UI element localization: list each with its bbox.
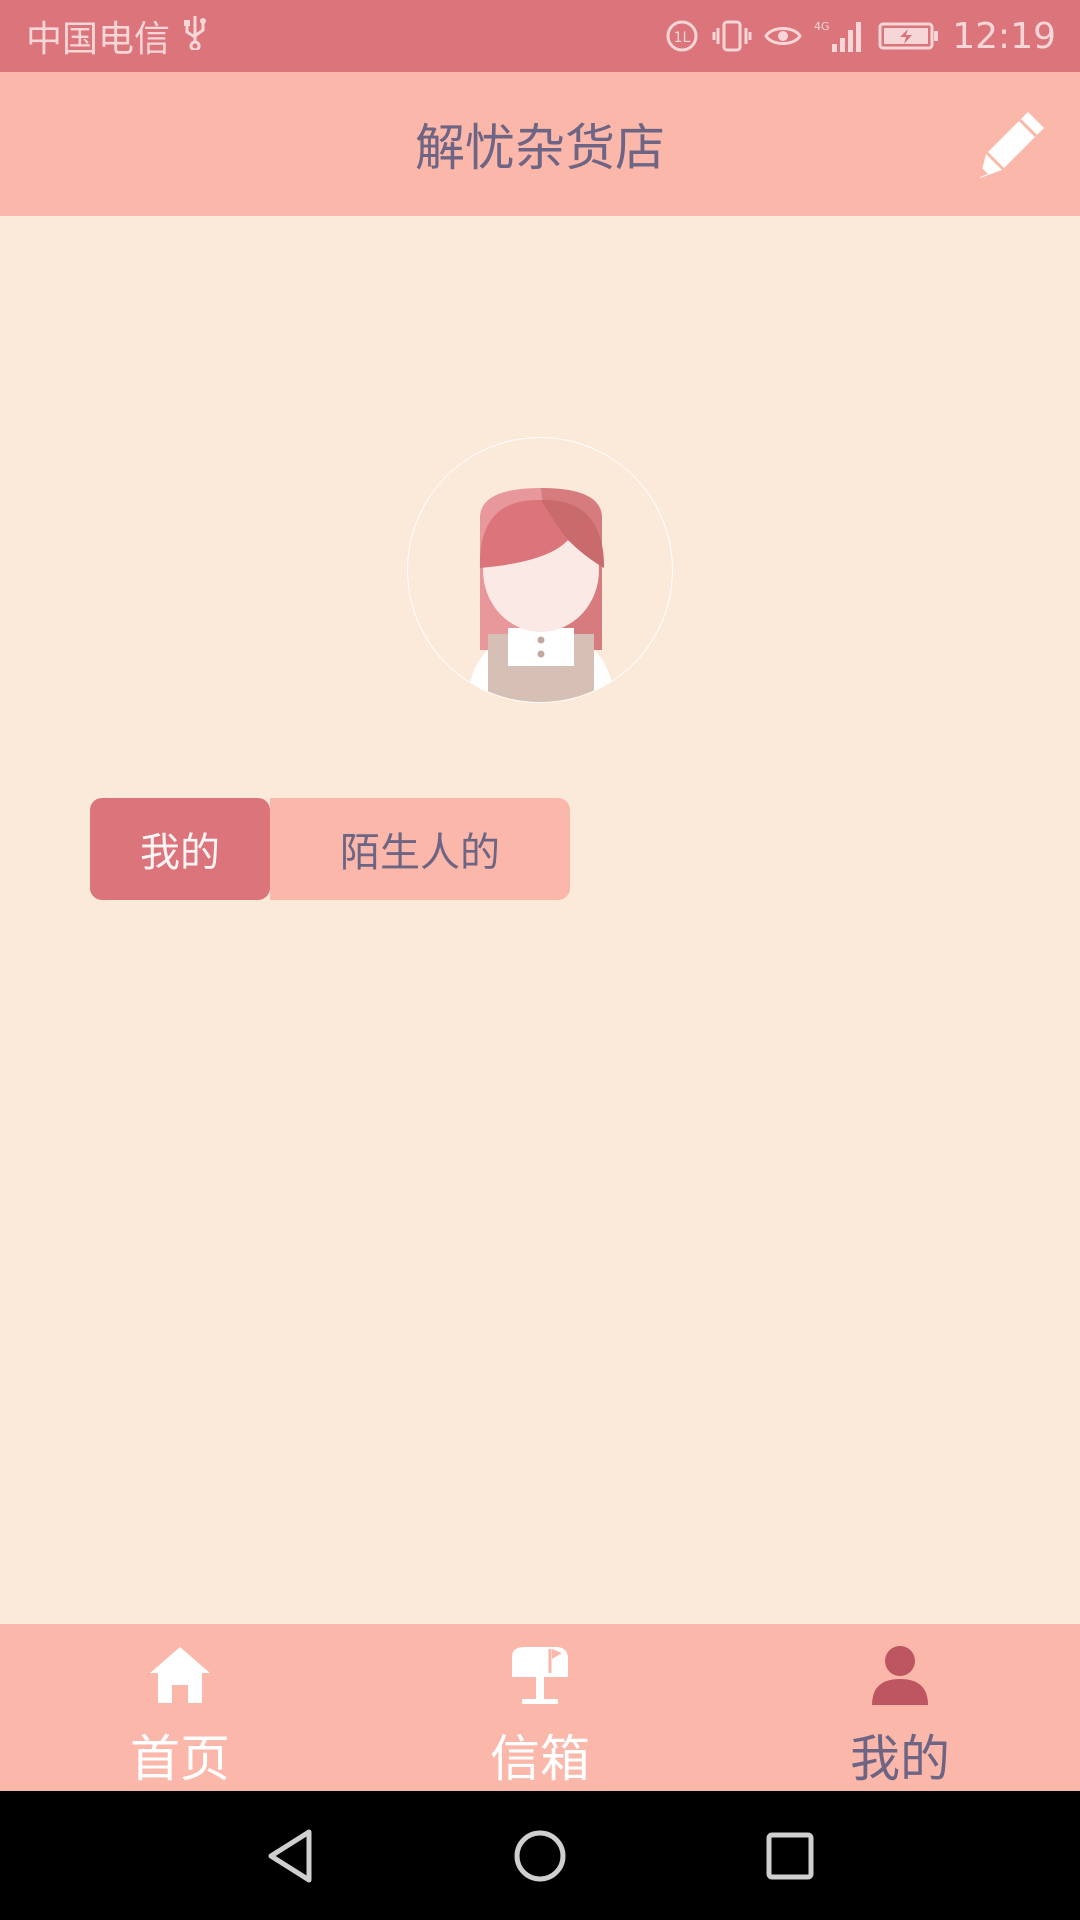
home-icon [140,1636,220,1713]
girl-avatar-icon [468,488,614,702]
tab-strangers[interactable]: 陌生人的 [270,798,570,900]
tab-mine[interactable]: 我的 [90,798,270,900]
pencil-icon [980,112,1044,178]
system-nav-bar [0,1791,1080,1920]
avatar[interactable] [407,437,673,703]
home-circle-icon[interactable] [505,1821,575,1891]
nav-label-mailbox: 信箱 [490,1730,590,1788]
edit-button[interactable] [970,102,1054,186]
nav-item-profile[interactable]: 我的 [720,1624,1080,1791]
app-header: 解忧杂货店 [0,72,1080,216]
recents-icon[interactable] [755,1821,825,1891]
signal-icon: 4G [814,18,866,54]
status-bar: 中国电信 1L 4G 12:19 [0,0,1080,72]
battery-charging-icon [878,18,940,54]
svg-text:4G: 4G [814,20,830,33]
data-saver-icon: 1L [664,18,700,54]
mailbox-icon [500,1636,580,1713]
usb-icon [182,14,208,59]
nav-item-mailbox[interactable]: 信箱 [360,1624,720,1791]
carrier-label: 中国电信 [26,19,171,60]
nav-label-home: 首页 [130,1730,230,1788]
vibrate-icon [712,18,752,54]
page-title: 解忧杂货店 [415,119,665,177]
back-icon[interactable] [255,1821,325,1891]
nav-label-profile: 我的 [850,1730,950,1788]
eye-icon [764,18,803,54]
bottom-nav: 首页 信箱 我的 [0,1624,1080,1791]
nav-item-home[interactable]: 首页 [0,1624,360,1791]
clock: 12:19 [952,15,1056,57]
user-icon [860,1636,940,1713]
svg-text:1L: 1L [674,30,691,46]
